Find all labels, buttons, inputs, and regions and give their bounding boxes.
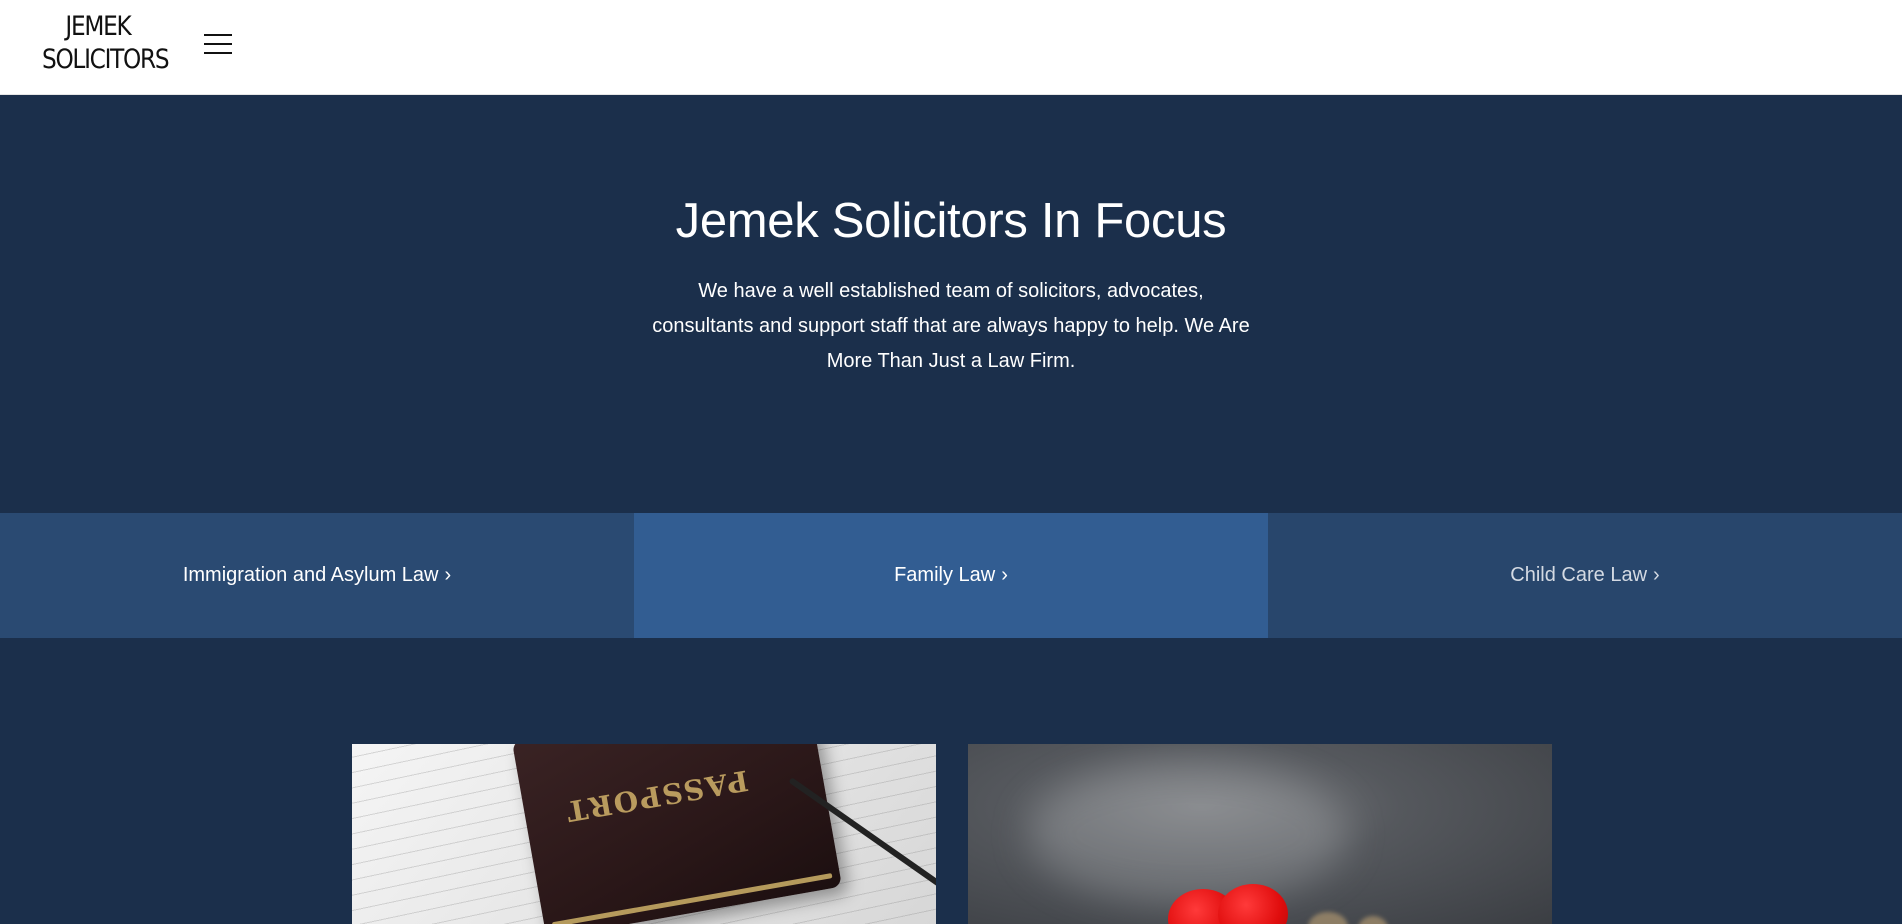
site-header: JEMEK SOLICITORS [0,0,1902,95]
service-cards: PASSPORT [0,638,1902,924]
hero-section: Jemek Solicitors In Focus We have a well… [0,95,1902,513]
menu-bar [204,52,232,54]
chevron-right-icon: › [1001,564,1008,586]
tab-child-care-law[interactable]: Child Care Law › [1268,513,1902,638]
passport-image-card[interactable]: PASSPORT [352,744,936,924]
practice-area-tabs: Immigration and Asylum Law › Family Law … [0,513,1902,638]
hero-description: We have a well established team of solic… [652,280,1250,372]
chevron-right-icon: › [1653,564,1660,586]
hamburger-menu-icon[interactable] [204,32,234,56]
tab-immigration-and-asylum-law[interactable]: Immigration and Asylum Law › [0,513,634,638]
passport-emboss-text: PASSPORT [562,763,751,829]
tab-family-law[interactable]: Family Law › [634,513,1268,638]
tab-label: Immigration and Asylum Law [182,564,439,586]
logo-line-2[interactable]: SOLICITORS [42,43,170,76]
tab-label: Family Law [894,564,996,586]
site-logo[interactable]: JEMEK SOLICITORS [42,10,170,76]
heart-image-card[interactable] [968,744,1552,924]
menu-bar [204,43,232,45]
tab-label: Child Care Law [1510,564,1648,586]
logo-line-1[interactable]: JEMEK [42,10,154,43]
smoke-haze [1028,764,1348,904]
menu-bar [204,34,232,36]
hero-title: Jemek Solicitors In Focus [675,194,1227,248]
chevron-right-icon: › [444,564,452,586]
